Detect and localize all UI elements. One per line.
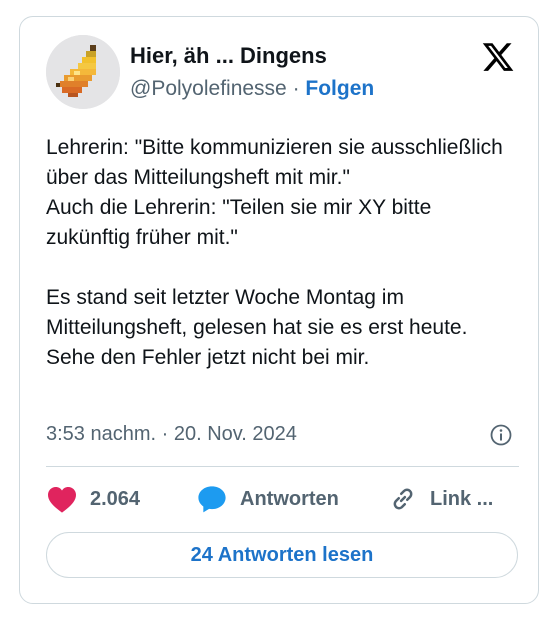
copy-link-button[interactable]: Link ... — [388, 481, 493, 517]
link-label: Link ... — [430, 487, 494, 510]
avatar[interactable] — [46, 35, 120, 109]
handle-separator: · — [286, 77, 306, 100]
read-replies-button[interactable]: 24 Antworten lesen — [46, 532, 518, 578]
heart-icon — [48, 487, 76, 513]
reply-bubble-icon — [198, 486, 226, 513]
link-icon — [393, 488, 413, 510]
tweet-card: Hier, äh ... Dingens @Polyolefinesse · F… — [19, 16, 539, 604]
author-handle-line: @Polyolefinesse · Folgen — [130, 77, 374, 101]
follow-button[interactable]: Folgen — [305, 77, 374, 100]
divider — [46, 466, 519, 467]
tweet-text: Lehrerin: "Bitte kommunizieren sie aussc… — [46, 136, 503, 369]
banana-pixel-avatar-icon — [46, 35, 120, 109]
action-bar: 2.064 Antworten Link ... — [46, 481, 520, 517]
info-icon[interactable] — [489, 423, 513, 447]
tweet-timestamp[interactable]: 3:53 nachm. · 20. Nov. 2024 — [46, 423, 297, 446]
x-logo-icon[interactable] — [481, 40, 515, 74]
like-count: 2.064 — [90, 487, 141, 510]
like-button[interactable]: 2.064 — [46, 481, 140, 517]
author-display-name[interactable]: Hier, äh ... Dingens — [130, 43, 327, 69]
author-handle[interactable]: @Polyolefinesse — [130, 77, 287, 100]
reply-label: Antworten — [240, 487, 339, 510]
reply-button[interactable]: Antworten — [196, 481, 339, 517]
